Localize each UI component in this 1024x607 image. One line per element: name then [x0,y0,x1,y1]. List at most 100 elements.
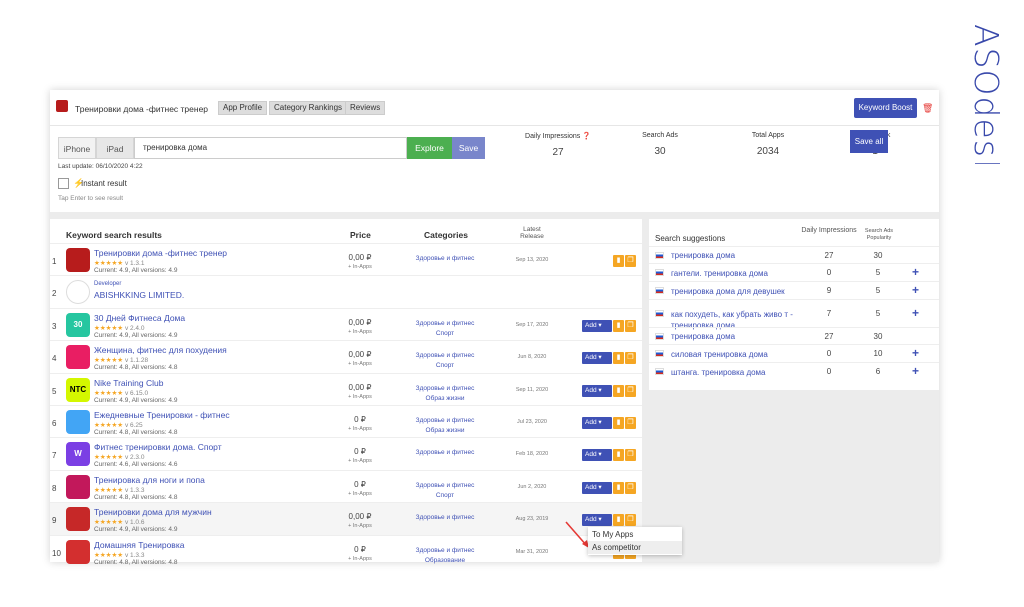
developer-label: Developer [94,281,122,288]
tab-category-rankings[interactable]: Category Rankings [269,101,348,115]
table-row[interactable]: 7 W Фитнес тренировки дома. Спорт ★★★★★ v 2… [50,437,642,470]
explore-button[interactable]: Explore [407,137,452,159]
add-plus-icon[interactable]: + [912,306,919,320]
suggestion-row[interactable]: как похудеть, как убрать живо т - тренир… [649,299,939,330]
chart-icon[interactable]: ▮ [613,417,624,429]
table-row[interactable]: 1 Тренировки дома -фитнес тренер ★★★★★ v 1… [50,243,642,276]
tab-reviews[interactable]: Reviews [345,101,386,115]
category-link[interactable]: Образ жизни [398,395,492,402]
suggestion-keyword[interactable]: гантели. тренировка дома [671,268,801,279]
chart-icon[interactable]: ▮ [613,255,624,267]
table-row[interactable]: 5 NTC Nike Training Club ★★★★★ v 6.15.0 Curr… [50,372,642,406]
trash-icon[interactable]: 🗑 [922,103,933,114]
suggestion-row[interactable]: тренировка дома 27 30 [649,327,939,344]
suggestion-keyword[interactable]: силовая тренировка дома [671,349,801,360]
suggestion-row[interactable]: штанга. тренировка дома 0 6 + [649,362,939,380]
chart-icon[interactable]: ▮ [613,481,624,494]
app-name-link[interactable]: Фитнес тренировки дома. Спорт [94,442,222,452]
price: 0 ₽ [354,544,366,554]
chart-icon[interactable]: ▮ [613,384,624,397]
suggestion-row[interactable]: тренировка дома для девушек 9 5 + [649,281,939,299]
chart-icon[interactable]: ▮ [613,319,624,332]
suggestion-row[interactable]: тренировка дома 27 30 [649,246,939,263]
copy-icon[interactable]: ❐ [625,319,636,332]
add-button[interactable]: Add ▾ [582,449,612,462]
copy-icon[interactable]: ❐ [625,449,636,462]
category-link[interactable]: Здоровье и фитнес [398,352,492,359]
keyword-boost-button[interactable]: Keyword Boost [854,98,917,118]
category-link[interactable]: Спорт [398,330,492,337]
save-all-button[interactable]: Save all [850,130,888,153]
table-row[interactable]: 8 Тренировка для ноги и попа ★★★★★ v 1.3.3… [50,469,642,503]
app-name-link[interactable]: Домашняя Тренировка [94,540,184,550]
chart-icon[interactable]: ▮ [613,514,624,527]
app-icon: W [66,442,90,467]
copy-icon[interactable]: ❐ [625,384,636,397]
table-row[interactable]: 6 Ежедневные Тренировки - фитнес ★★★★★ v 6… [50,405,642,438]
search-input[interactable]: тренировка дома [134,137,407,159]
app-name-link[interactable]: Тренировка для ноги и попа [94,475,205,485]
save-button[interactable]: Save [452,137,485,159]
category-link[interactable]: Здоровье и фитнес [398,514,492,521]
category-link[interactable]: Здоровье и фитнес [398,417,492,424]
tab-iphone[interactable]: iPhone [58,137,96,159]
copy-icon[interactable]: ❐ [625,352,636,365]
chart-icon[interactable]: ▮ [613,449,624,462]
suggestion-keyword[interactable]: тренировка дома [671,331,801,342]
in-apps: + In-Apps [348,426,372,432]
category-link[interactable]: Здоровье и фитнес [398,482,492,489]
tab-ipad[interactable]: iPad [96,137,134,159]
add-button[interactable]: Add ▾ [582,352,612,365]
developer-name[interactable]: ABISHKKING LIMITED. [94,290,184,300]
app-name-link[interactable]: Женщина, фитнес для похудения [94,345,227,355]
category-link[interactable]: Образ жизни [398,427,492,434]
add-button[interactable]: Add ▾ [582,319,612,332]
table-row[interactable]: 4 Женщина, фитнес для похудения ★★★★★ v 1.… [50,340,642,373]
price: 0,00 ₽ [348,350,372,360]
table-row[interactable]: 9 Тренировки дома для мужчин ★★★★★ v 1.0.6… [50,502,642,535]
app-name-link[interactable]: Ежедневные Тренировки - фитнес [94,410,230,420]
tab-app-profile[interactable]: App Profile [218,101,268,115]
suggestion-row[interactable]: гантели. тренировка дома 0 5 + [649,263,939,281]
add-button[interactable]: Add ▾ [582,417,612,429]
table-row[interactable]: 10 Домашняя Тренировка ★★★★★ v 1.3.3 Curren… [50,534,642,568]
copy-icon[interactable]: ❐ [625,514,636,527]
copy-icon[interactable]: ❐ [625,255,636,267]
in-apps: + In-Apps [348,361,372,368]
suggestion-keyword[interactable]: тренировка дома для девушек [671,286,801,297]
app-name-link[interactable]: Nike Training Club [94,378,163,388]
add-button[interactable]: Add ▾ [582,481,612,494]
table-row[interactable]: 3 30 30 Дней Фитнеса Дома ★★★★★ v 2.4.0 Curr… [50,307,642,341]
add-button[interactable]: Add ▾ [582,384,612,397]
add-plus-icon[interactable]: + [912,265,919,279]
chart-icon[interactable]: ▮ [613,352,624,365]
menu-item-to-my-apps[interactable]: To My Apps [592,530,633,539]
suggestion-row[interactable]: силовая тренировка дома 0 10 + [649,344,939,362]
app-name-link[interactable]: 30 Дней Фитнеса Дома [94,313,185,323]
instant-result-checkbox[interactable] [58,178,69,189]
russia-flag-icon [655,287,664,294]
suggestion-keyword[interactable]: штанга. тренировка дома [671,367,801,378]
category-link[interactable]: Здоровье и фитнес [398,385,492,392]
category-link[interactable]: Здоровье и фитнес [398,255,492,262]
add-plus-icon[interactable]: + [912,346,919,360]
russia-flag-icon [655,332,664,340]
app-name-link[interactable]: Тренировки дома -фитнес тренер [94,248,227,258]
category-link[interactable]: Образование [398,557,492,564]
copy-icon[interactable]: ❐ [625,481,636,494]
rating-stars: ★★★★★ v 6.25 [94,422,143,429]
category-link[interactable]: Спорт [398,362,492,369]
suggestions-title: Search suggestions [655,234,726,243]
category-link[interactable]: Здоровье и фитнес [398,320,492,327]
suggestion-keyword[interactable]: тренировка дома [671,250,801,261]
app-name-link[interactable]: Тренировки дома для мужчин [94,507,212,517]
row-number: 4 [52,354,57,364]
add-plus-icon[interactable]: + [912,283,919,297]
category-link[interactable]: Спорт [398,492,492,499]
category-link[interactable]: Здоровье и фитнес [398,547,492,554]
menu-item-as-competitor[interactable]: As competitor [588,541,682,554]
category-link[interactable]: Здоровье и фитнес [398,449,492,456]
add-plus-icon[interactable]: + [912,364,919,378]
table-row[interactable]: 2 Developer ABISHKKING LIMITED. [50,275,642,308]
copy-icon[interactable]: ❐ [625,417,636,429]
